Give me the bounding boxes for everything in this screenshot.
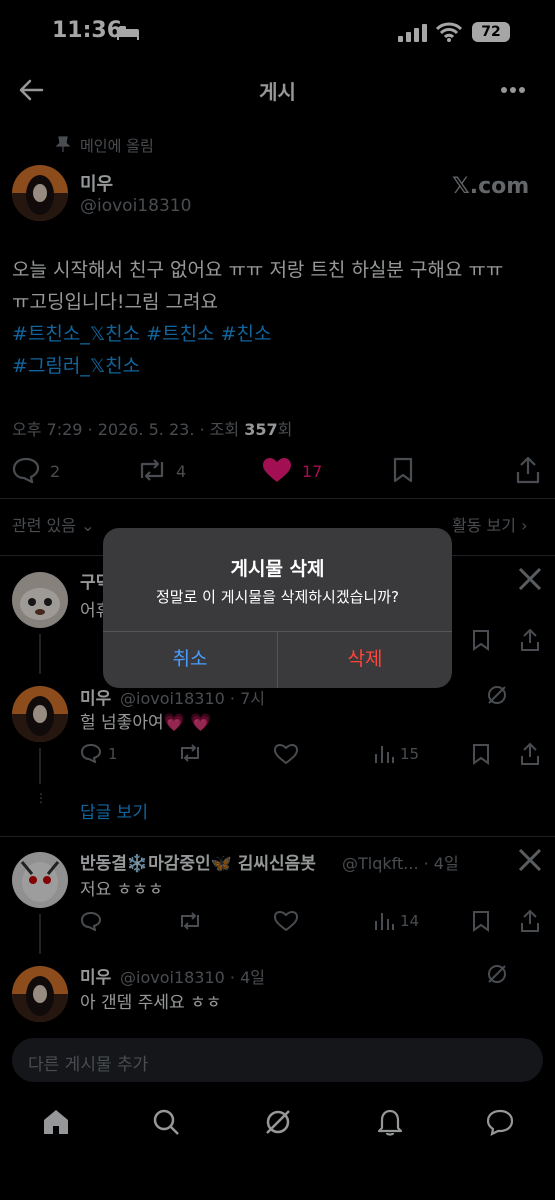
dialog-title: 게시물 삭제 (230, 558, 325, 580)
dialog-message: 정말로 이 게시물을 삭제하시겠습니까? (155, 588, 400, 606)
cancel-button[interactable]: 취소 (103, 631, 277, 688)
delete-dialog: 게시물 삭제 정말로 이 게시물을 삭제하시겠습니까? 취소 삭제 (103, 528, 452, 688)
delete-button[interactable]: 삭제 (278, 631, 452, 688)
